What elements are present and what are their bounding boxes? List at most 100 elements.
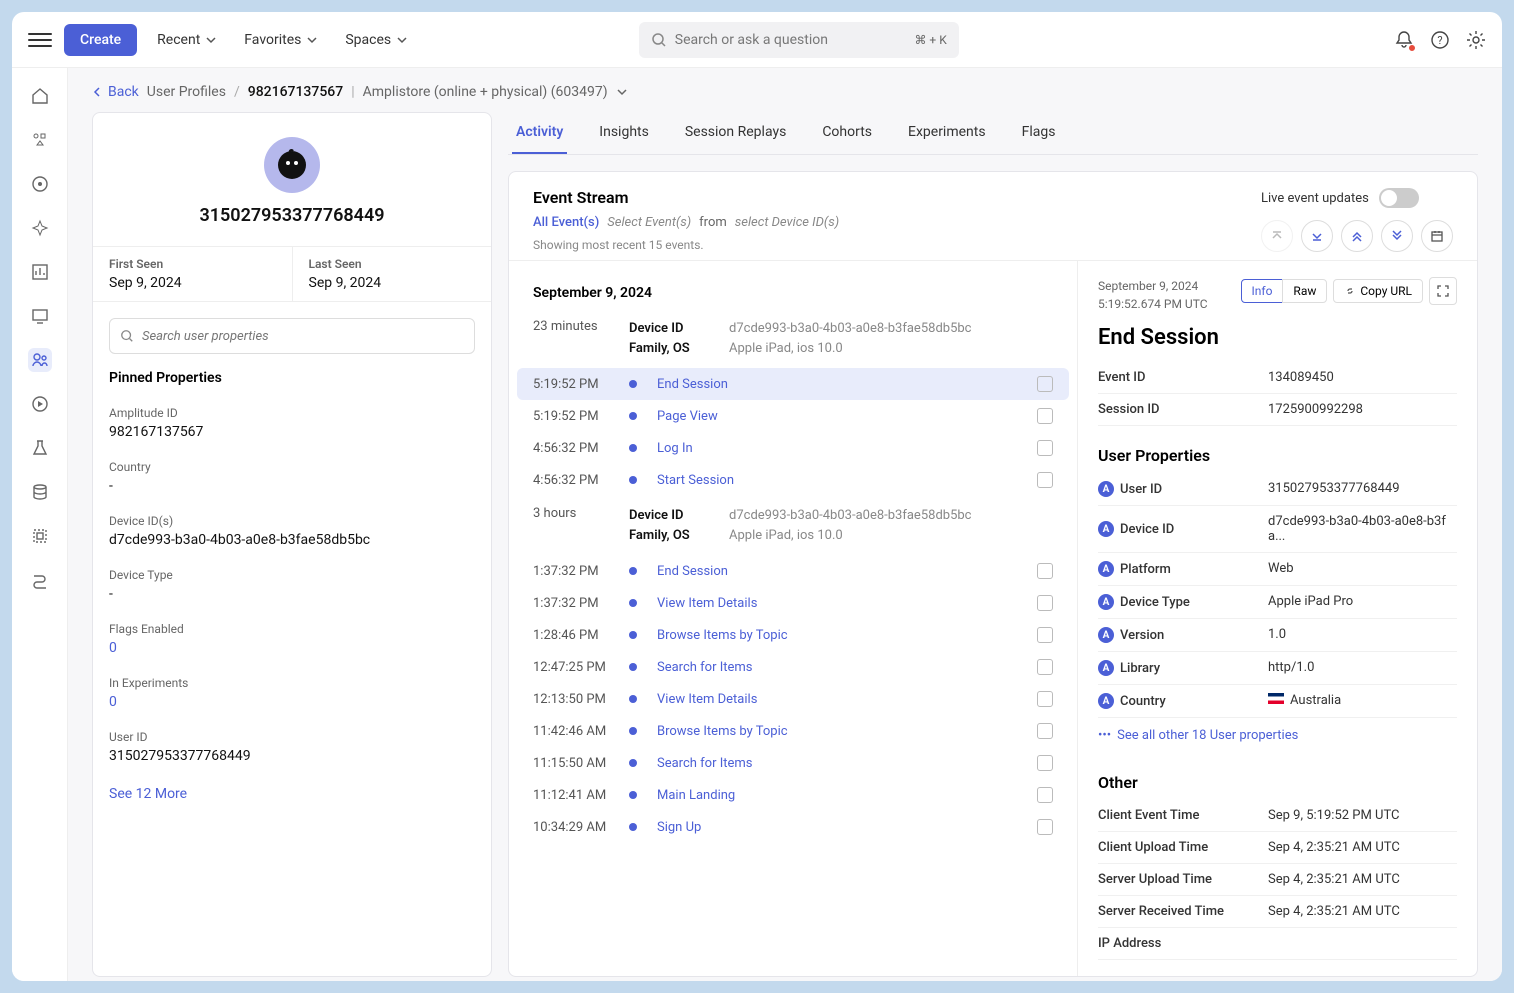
prop-value[interactable]: 0 [109,694,475,710]
event-name[interactable]: Main Landing [657,788,1017,803]
recent-menu[interactable]: Recent [149,32,224,48]
event-name[interactable]: View Item Details [657,692,1017,707]
sidebar-monitor-icon[interactable] [28,304,52,328]
date-picker-button[interactable] [1421,220,1453,252]
chevron-down-icon [206,35,216,45]
event-name[interactable]: End Session [657,564,1017,579]
sidebar-pipelines-icon[interactable] [28,568,52,592]
help-icon[interactable]: ? [1430,30,1450,50]
event-row[interactable]: 1:28:46 PMBrowse Items by Topic [517,619,1069,651]
menu-icon[interactable] [28,28,52,52]
event-name[interactable]: Browse Items by Topic [657,628,1017,643]
select-events-filter[interactable]: Select Event(s) [607,215,691,230]
sidebar-analytics-icon[interactable] [28,260,52,284]
event-name[interactable]: Start Session [657,473,1017,488]
event-checkbox[interactable] [1037,376,1053,392]
event-checkbox[interactable] [1037,472,1053,488]
event-name[interactable]: Log In [657,441,1017,456]
event-checkbox[interactable] [1037,440,1053,456]
scroll-top-button[interactable] [1261,220,1293,252]
favorites-menu[interactable]: Favorites [236,32,325,48]
event-name[interactable]: End Session [657,377,1017,392]
event-checkbox[interactable] [1037,408,1053,424]
info-tab-button[interactable]: Info [1241,279,1284,303]
sidebar-ai-icon[interactable] [28,216,52,240]
event-row[interactable]: 1:37:32 PMEnd Session [517,555,1069,587]
event-checkbox[interactable] [1037,691,1053,707]
event-row[interactable]: 1:37:32 PMView Item Details [517,587,1069,619]
live-updates-toggle[interactable] [1379,188,1419,208]
see-all-properties-link[interactable]: •••See all other 18 User properties [1098,718,1457,753]
event-row[interactable]: 11:42:46 AM Browse Items by Topic [517,715,1069,747]
prop-value[interactable]: 0 [109,640,475,656]
timeline-dot-icon [629,380,637,388]
sidebar-experiments-icon[interactable] [28,436,52,460]
event-name[interactable]: Sign Up [657,820,1017,835]
notifications-icon[interactable] [1394,30,1414,50]
event-row[interactable]: 5:19:52 PMEnd Session [517,368,1069,400]
event-row[interactable]: 5:19:52 PMPage View [517,400,1069,432]
event-time: 4:56:32 PM [533,441,609,456]
sidebar-integrations-icon[interactable] [28,524,52,548]
back-button[interactable]: Back [92,84,139,100]
search-input[interactable]: Search or ask a question ⌘ + K [639,22,959,58]
event-row[interactable]: 12:13:50 PMView Item Details [517,683,1069,715]
copy-url-button[interactable]: Copy URL [1333,279,1423,303]
tab-insights[interactable]: Insights [595,112,653,154]
event-checkbox[interactable] [1037,787,1053,803]
tab-cohorts[interactable]: Cohorts [818,112,876,154]
event-checkbox[interactable] [1037,563,1053,579]
chevron-down-icon[interactable] [616,86,628,98]
event-row[interactable]: 11:12:41 AMMain Landing [517,779,1069,811]
crumb-user-profiles[interactable]: User Profiles [147,84,226,100]
event-name[interactable]: Browse Items by Topic [657,724,1017,739]
tab-flags[interactable]: Flags [1018,112,1060,154]
sidebar-play-icon[interactable] [28,392,52,416]
timeline-dot-icon [629,663,637,671]
sidebar-data-icon[interactable] [28,480,52,504]
see-more-link[interactable]: See 12 More [93,774,491,814]
tab-session-replays[interactable]: Session Replays [681,112,790,154]
event-checkbox[interactable] [1037,755,1053,771]
expand-button[interactable] [1381,220,1413,252]
sidebar-explore-icon[interactable] [28,172,52,196]
event-time: 11:42:46 AM [533,724,609,739]
sidebar-home-icon[interactable] [28,84,52,108]
sidebar-users-icon[interactable] [28,348,52,372]
raw-tab-button[interactable]: Raw [1282,279,1327,303]
event-checkbox[interactable] [1037,723,1053,739]
spaces-menu[interactable]: Spaces [337,32,415,48]
crumb-project[interactable]: Amplistore (online + physical) (603497) [363,84,608,100]
settings-icon[interactable] [1466,30,1486,50]
all-events-filter[interactable]: All Event(s) [533,215,599,230]
timeline-dot-icon [629,727,637,735]
event-row[interactable]: 10:34:29 AMSign Up [517,811,1069,843]
flag-icon [1268,693,1284,704]
event-checkbox[interactable] [1037,819,1053,835]
event-row[interactable]: 11:15:50 AMSearch for Items [517,747,1069,779]
timeline-dot-icon [629,759,637,767]
event-name[interactable]: Search for Items [657,756,1017,771]
event-row[interactable]: 4:56:32 PM Log In [517,432,1069,464]
event-name[interactable]: View Item Details [657,596,1017,611]
sidebar-templates-icon[interactable] [28,128,52,152]
search-shortcut: ⌘ + K [914,33,946,47]
event-checkbox[interactable] [1037,627,1053,643]
expand-panel-button[interactable] [1429,277,1457,305]
select-device-filter[interactable]: select Device ID(s) [735,215,839,230]
event-name[interactable]: Page View [657,409,1017,424]
event-name[interactable]: Search for Items [657,660,1017,675]
event-row[interactable]: 4:56:32 PMStart Session [517,464,1069,496]
tab-activity[interactable]: Activity [512,112,567,154]
collapse-button[interactable] [1341,220,1373,252]
recent-events-note: Showing most recent 15 events. [533,230,839,252]
event-checkbox[interactable] [1037,659,1053,675]
event-row[interactable]: 12:47:25 PMSearch for Items [517,651,1069,683]
tab-experiments[interactable]: Experiments [904,112,990,154]
amplitude-badge-icon: A [1098,481,1114,497]
scroll-bottom-button[interactable] [1301,220,1333,252]
user-profile-panel: 315027953377768449 First SeenSep 9, 2024… [92,112,492,977]
event-checkbox[interactable] [1037,595,1053,611]
property-search[interactable] [109,318,475,354]
create-button[interactable]: Create [64,24,137,56]
